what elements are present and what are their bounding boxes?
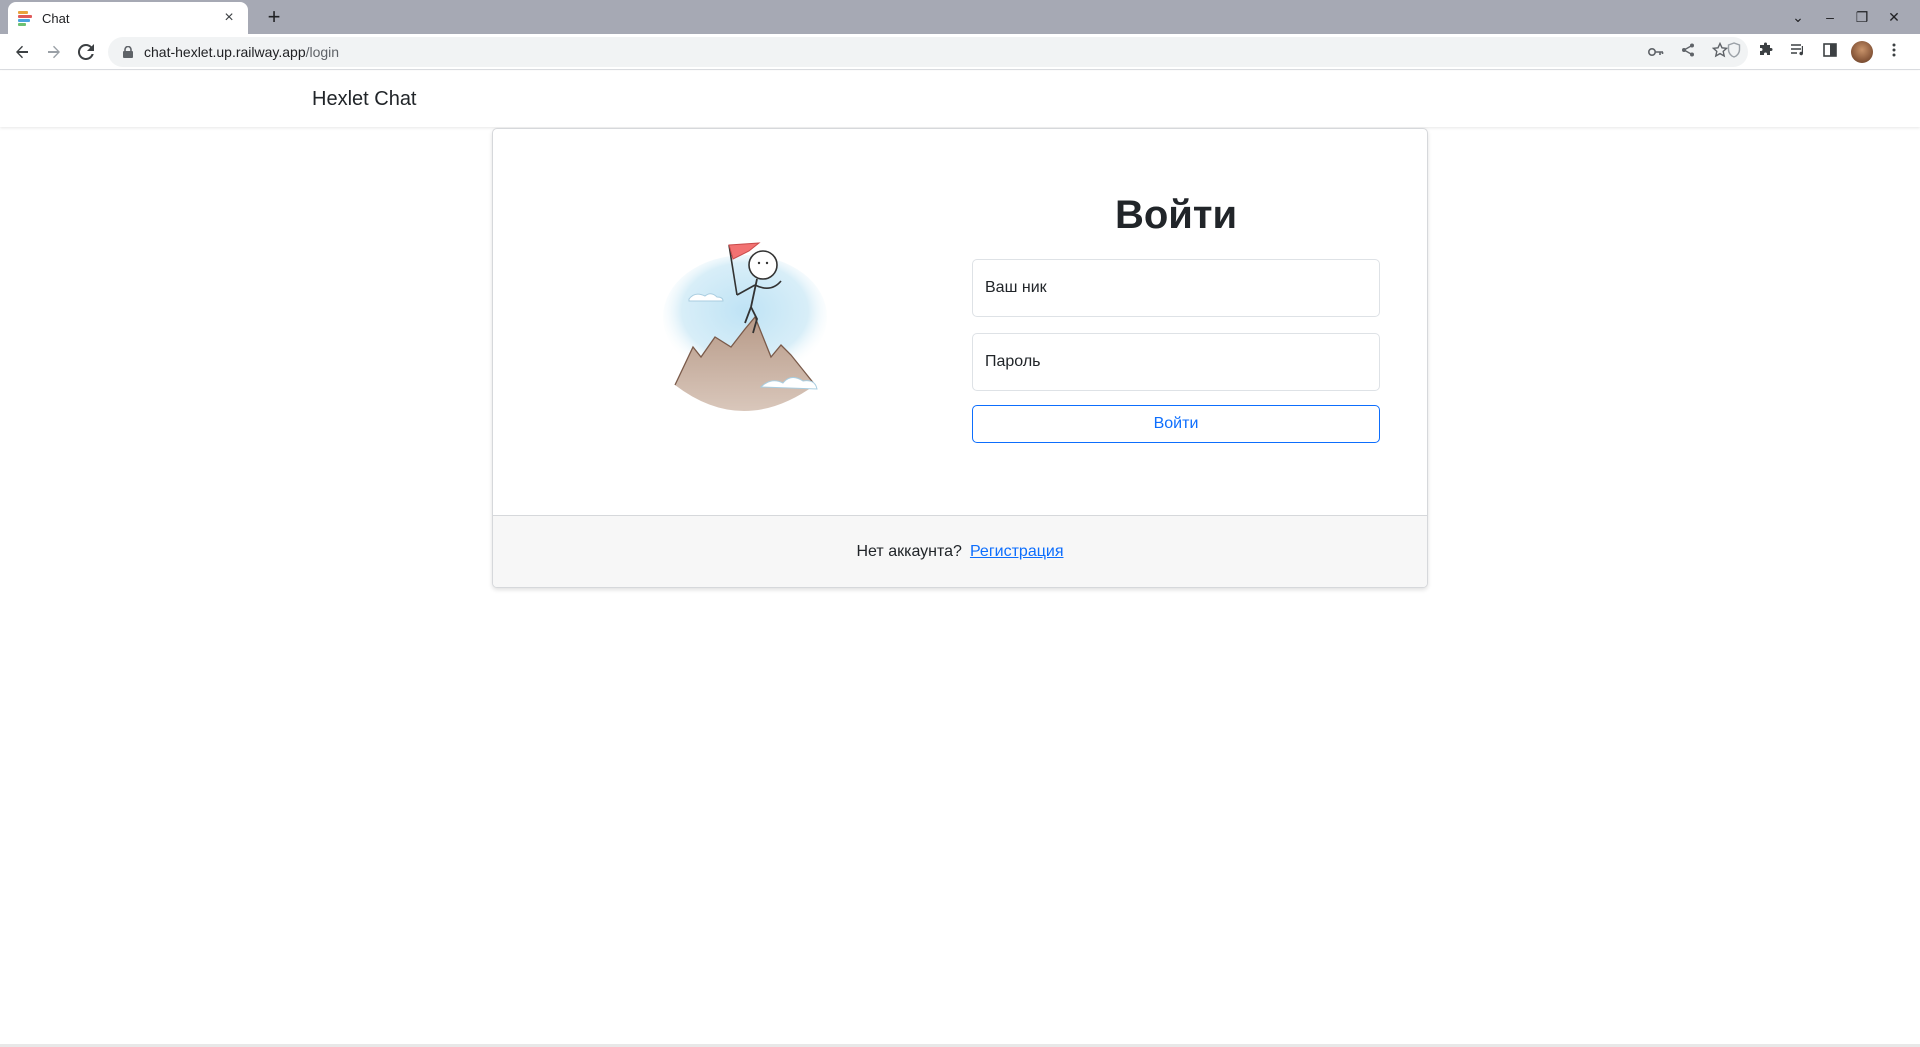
hexlet-favicon-icon xyxy=(18,10,34,26)
tab-title: Chat xyxy=(42,10,70,26)
restore-icon[interactable]: ❐ xyxy=(1846,9,1878,26)
reload-button[interactable] xyxy=(70,36,102,68)
lock-icon[interactable] xyxy=(120,44,136,60)
password-input[interactable] xyxy=(973,334,1379,390)
media-queue-icon[interactable] xyxy=(1782,43,1814,61)
password-field[interactable] xyxy=(972,333,1380,391)
arrow-left-icon xyxy=(16,45,28,58)
login-card-body: Войти Войти xyxy=(493,129,1427,515)
username-field[interactable] xyxy=(972,259,1380,317)
login-title: Войти xyxy=(1114,193,1238,237)
url-host: chat-hexlet.up.railway.app xyxy=(144,44,306,60)
page: Hexlet Chat Войти Ваш ник Войти Нет акка… xyxy=(0,71,1920,1047)
puzzle-icon[interactable] xyxy=(1750,42,1782,62)
login-card: Войти Войти Нет аккаунта? Регистрация xyxy=(492,128,1428,588)
browser-tabstrip: Chat × + ⌄ – ❐ ✕ xyxy=(0,0,1920,34)
login-card-footer: Нет аккаунта? Регистрация xyxy=(493,515,1427,587)
mountain-climber-illustration xyxy=(663,242,827,411)
profile-avatar[interactable] xyxy=(1851,41,1873,63)
minimize-icon[interactable]: – xyxy=(1814,9,1846,25)
shield-icon[interactable] xyxy=(1718,42,1750,62)
no-account-text: Нет аккаунта? xyxy=(856,542,962,560)
address-bar[interactable]: chat-hexlet.up.railway.app/login xyxy=(108,37,1748,67)
arrow-right-icon xyxy=(48,45,60,58)
login-form: Войти Войти xyxy=(972,191,1380,443)
browser-toolbar: chat-hexlet.up.railway.app/login xyxy=(0,34,1920,70)
tab-close-icon[interactable]: × xyxy=(220,9,238,27)
tab-search-icon[interactable]: ⌄ xyxy=(1782,9,1814,26)
app-navbar: Hexlet Chat xyxy=(0,71,1920,127)
extension-toolbar xyxy=(1718,36,1910,68)
key-icon[interactable] xyxy=(1640,44,1672,61)
new-tab-button[interactable]: + xyxy=(260,4,288,30)
url-text: chat-hexlet.up.railway.app/login xyxy=(144,44,1640,60)
forward-button[interactable] xyxy=(38,36,70,68)
browser-tab-chat[interactable]: Chat × xyxy=(8,2,248,34)
window-controls: ⌄ – ❐ ✕ xyxy=(1782,0,1910,34)
back-button[interactable] xyxy=(6,36,38,68)
kebab-menu-icon[interactable] xyxy=(1878,43,1910,61)
reload-icon xyxy=(78,43,94,60)
url-path: /login xyxy=(305,44,340,60)
login-submit-button[interactable]: Войти xyxy=(972,405,1380,443)
close-window-icon[interactable]: ✕ xyxy=(1878,9,1910,26)
signup-link[interactable]: Регистрация xyxy=(970,543,1064,561)
side-panel-icon[interactable] xyxy=(1814,43,1846,61)
username-input[interactable] xyxy=(973,260,1379,316)
brand-link[interactable]: Hexlet Chat xyxy=(312,88,417,111)
share-icon[interactable] xyxy=(1672,43,1704,61)
